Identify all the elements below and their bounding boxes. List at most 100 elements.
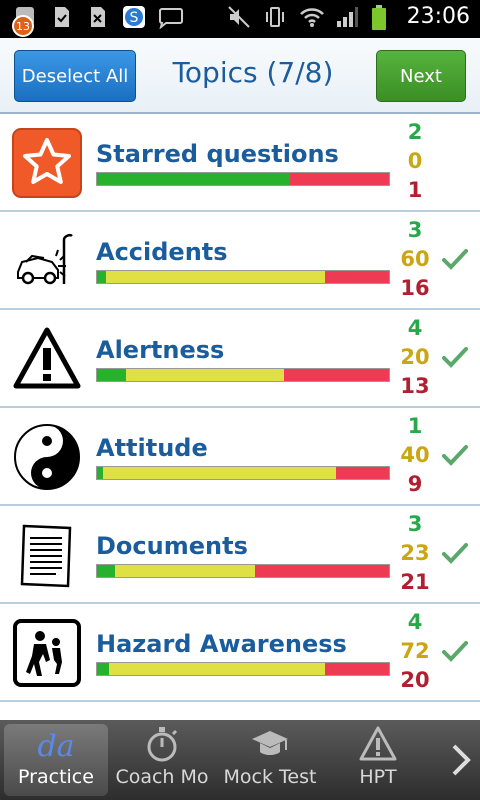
- count-red: 16: [400, 276, 430, 300]
- topic-counts: 1 40 9: [395, 412, 435, 499]
- bar-green: [97, 271, 106, 283]
- count-yellow: 20: [400, 345, 430, 369]
- document-icon: [12, 520, 82, 590]
- topic-row[interactable]: Starred questions 2 0 1: [0, 114, 480, 212]
- checkmark-icon[interactable]: [442, 640, 468, 662]
- topic-counts: 2 0 1: [395, 118, 435, 205]
- progress-bar: [96, 172, 390, 186]
- mute-icon: [227, 5, 251, 29]
- count-yellow: 0: [407, 149, 423, 173]
- checkmark-icon[interactable]: [442, 542, 468, 564]
- bar-red: [324, 663, 389, 675]
- checkmark-icon[interactable]: [442, 346, 468, 368]
- topic-row[interactable]: Accidents 3 60 16: [0, 212, 480, 310]
- page-title: Topics (7/8): [172, 56, 334, 89]
- clock: 23:06: [406, 4, 470, 29]
- deselect-all-button[interactable]: Deselect All: [14, 50, 136, 102]
- chevron-right-icon[interactable]: [448, 740, 474, 780]
- svg-text:da: da: [37, 729, 74, 764]
- bar-yellow: [102, 467, 337, 479]
- topic-row[interactable]: Documents 3 23 21: [0, 506, 480, 604]
- checkmark-icon[interactable]: [442, 248, 468, 270]
- practice-icon: da: [37, 729, 74, 764]
- count-green: 2: [407, 120, 423, 144]
- next-button[interactable]: Next: [376, 50, 466, 102]
- bottom-navigation: da Practice Coach Mo Mock Test HPT: [0, 720, 480, 800]
- topic-counts: 4 20 13: [395, 314, 435, 401]
- count-green: 4: [407, 610, 423, 634]
- progress-bar: [96, 368, 390, 382]
- topic-counts: 3 60 16: [395, 216, 435, 303]
- app-s-icon: S: [122, 5, 146, 29]
- count-green: 4: [407, 316, 423, 340]
- topic-row[interactable]: Hazard Awareness 4 72 20: [0, 604, 480, 702]
- bar-red: [324, 271, 389, 283]
- count-yellow: 23: [400, 541, 430, 565]
- topic-name: Starred questions: [96, 140, 339, 168]
- bar-red: [336, 467, 389, 479]
- tab-mock-test[interactable]: Mock Test: [218, 724, 322, 796]
- progress-bar: [96, 466, 390, 480]
- bar-yellow: [108, 663, 325, 675]
- checkmark-icon[interactable]: [442, 444, 468, 466]
- chat-bubble-icon: [158, 5, 183, 30]
- topic-counts: 3 23 21: [395, 510, 435, 597]
- notification-count-badge: 13: [12, 15, 34, 37]
- stopwatch-icon: [147, 727, 178, 762]
- topic-name: Documents: [96, 532, 248, 560]
- warning-icon: [359, 726, 397, 761]
- topic-list[interactable]: Starred questions 2 0 1 Accidents 3 60 1…: [0, 114, 480, 720]
- bar-red: [283, 369, 389, 381]
- count-red: 20: [400, 668, 430, 692]
- bar-green: [97, 173, 290, 185]
- count-red: 9: [407, 472, 423, 496]
- notification-icon: 13: [12, 5, 38, 37]
- bar-yellow: [105, 271, 325, 283]
- topic-counts: 4 72 20: [395, 608, 435, 695]
- count-yellow: 40: [400, 443, 430, 467]
- count-red: 21: [400, 570, 430, 594]
- bar-yellow: [114, 565, 255, 577]
- mortarboard-icon: [252, 731, 288, 755]
- count-green: 3: [407, 218, 423, 242]
- tab-label: Mock Test: [223, 766, 317, 788]
- progress-bar: [96, 662, 390, 676]
- status-bar: 13 S 23:06: [0, 0, 480, 38]
- signal-icon: [335, 5, 359, 29]
- bar-green: [97, 369, 127, 381]
- topic-name: Alertness: [96, 336, 225, 364]
- car-accident-icon: [12, 226, 82, 296]
- warning-triangle-icon: [12, 324, 82, 394]
- count-red: 1: [407, 178, 423, 202]
- star-icon: [12, 128, 82, 198]
- svg-text:S: S: [130, 10, 139, 26]
- tab-hpt[interactable]: HPT: [326, 724, 430, 796]
- battery-icon: [371, 4, 395, 30]
- bar-red: [289, 173, 389, 185]
- tab-label: HPT: [359, 766, 397, 788]
- tab-label: Practice: [18, 766, 94, 788]
- tab-label: Coach Mo: [115, 766, 209, 788]
- count-yellow: 72: [400, 639, 430, 663]
- bar-green: [97, 663, 109, 675]
- topic-name: Attitude: [96, 434, 208, 462]
- task-cancel-icon: [86, 5, 110, 29]
- bar-red: [254, 565, 389, 577]
- topic-name: Hazard Awareness: [96, 630, 347, 658]
- task-done-icon: [50, 5, 74, 29]
- tab-coach-mode[interactable]: Coach Mo: [110, 724, 214, 796]
- topic-row[interactable]: Alertness 4 20 13: [0, 310, 480, 408]
- count-yellow: 60: [400, 247, 430, 271]
- children-crossing-sign-icon: [12, 618, 82, 688]
- progress-bar: [96, 564, 390, 578]
- progress-bar: [96, 270, 390, 284]
- bar-yellow: [126, 369, 284, 381]
- topic-row[interactable]: Attitude 1 40 9: [0, 408, 480, 506]
- topic-name: Accidents: [96, 238, 228, 266]
- count-green: 1: [407, 414, 423, 438]
- bar-green: [97, 565, 115, 577]
- vibrate-icon: [263, 5, 287, 29]
- count-green: 3: [407, 512, 423, 536]
- tab-practice[interactable]: da Practice: [4, 724, 108, 796]
- yin-yang-icon: [12, 422, 82, 492]
